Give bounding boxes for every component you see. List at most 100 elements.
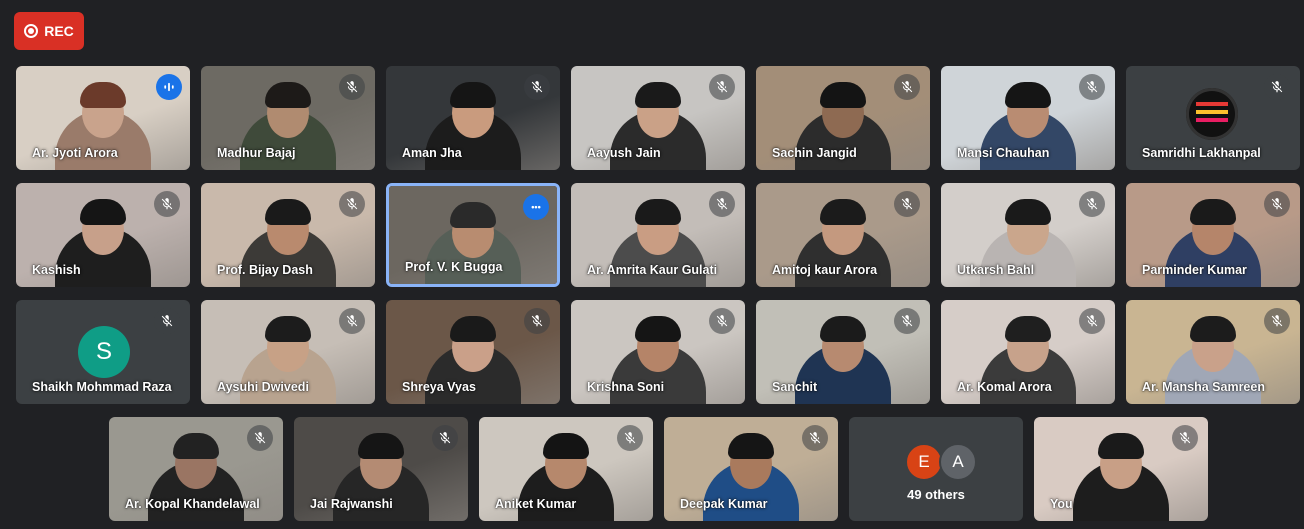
participant-name: Krishna Soni	[587, 380, 665, 394]
mic-off-icon	[531, 81, 543, 93]
participant-name: Ar. Mansha Samreen	[1142, 380, 1265, 394]
participant-name: Parminder Kumar	[1142, 263, 1247, 277]
participant-tile[interactable]: Utkarsh Bahl	[941, 183, 1115, 287]
more-options-icon[interactable]: •••	[523, 194, 549, 220]
mic-off-indicator	[524, 308, 550, 334]
participant-name: Aayush Jain	[587, 146, 661, 160]
mic-off-icon	[1179, 432, 1191, 444]
participant-tile[interactable]: Aayush Jain	[571, 66, 745, 170]
participant-tile[interactable]: Shreya Vyas	[386, 300, 560, 404]
mic-off-icon	[716, 198, 728, 210]
participant-tile[interactable]: Prof. Bijay Dash	[201, 183, 375, 287]
mic-off-indicator	[1264, 308, 1290, 334]
mic-off-icon	[1086, 198, 1098, 210]
mic-off-indicator	[894, 74, 920, 100]
participant-tile[interactable]: Mansi Chauhan	[941, 66, 1115, 170]
mic-off-indicator	[1172, 425, 1198, 451]
mic-off-icon	[1271, 81, 1283, 93]
participant-tile[interactable]: Madhur Bajaj	[201, 66, 375, 170]
participant-name: Jai Rajwanshi	[310, 497, 393, 511]
mic-off-icon	[346, 315, 358, 327]
mic-off-icon	[1086, 315, 1098, 327]
participant-name: Deepak Kumar	[680, 497, 768, 511]
participant-tile[interactable]: Sachin Jangid	[756, 66, 930, 170]
mic-off-indicator	[1264, 191, 1290, 217]
mic-off-icon	[624, 432, 636, 444]
mic-off-icon	[161, 198, 173, 210]
participant-tile[interactable]: You	[1034, 417, 1208, 521]
mic-off-icon	[716, 81, 728, 93]
participant-tile[interactable]: Deepak Kumar	[664, 417, 838, 521]
mic-off-indicator	[524, 74, 550, 100]
mic-off-indicator	[432, 425, 458, 451]
participant-name: Sachin Jangid	[772, 146, 857, 160]
participant-tile[interactable]: Samridhi Lakhanpal	[1126, 66, 1300, 170]
participant-tile[interactable]: Jai Rajwanshi	[294, 417, 468, 521]
mic-off-indicator	[1264, 74, 1290, 100]
record-icon	[24, 24, 39, 38]
participant-tile[interactable]: Krishna Soni	[571, 300, 745, 404]
mic-off-icon	[254, 432, 266, 444]
mic-off-indicator	[1079, 308, 1105, 334]
recording-label: REC	[44, 23, 74, 39]
profile-picture	[1186, 88, 1238, 140]
mic-off-icon	[809, 432, 821, 444]
participant-name: Ar. Kopal Khandelawal	[125, 497, 260, 511]
mic-off-indicator	[1079, 191, 1105, 217]
participant-tile[interactable]: Kashish	[16, 183, 190, 287]
participant-tile[interactable]: S Shaikh Mohmmad Raza	[16, 300, 190, 404]
mic-off-icon	[346, 198, 358, 210]
mic-off-indicator	[154, 191, 180, 217]
mic-off-indicator	[709, 308, 735, 334]
mic-off-icon	[716, 315, 728, 327]
avatar: A	[939, 443, 977, 481]
participant-tile[interactable]: Amitoj kaur Arora	[756, 183, 930, 287]
participant-tile[interactable]: Ar. Amrita Kaur Gulati	[571, 183, 745, 287]
participant-name: Kashish	[32, 263, 81, 277]
participant-name: Aniket Kumar	[495, 497, 577, 511]
participant-name: Ar. Amrita Kaur Gulati	[587, 263, 718, 277]
mic-off-icon	[901, 198, 913, 210]
participant-name: Prof. V. K Bugga	[405, 260, 503, 274]
mic-off-icon	[439, 432, 451, 444]
participant-tile[interactable]: Ar. Mansha Samreen	[1126, 300, 1300, 404]
participant-tile[interactable]: Aysuhi Dwivedi	[201, 300, 375, 404]
participant-tile[interactable]: Ar. Jyoti Arora	[16, 66, 190, 170]
mic-off-icon	[346, 81, 358, 93]
mic-off-indicator	[1079, 74, 1105, 100]
participant-name: Shreya Vyas	[402, 380, 476, 394]
participant-name: You	[1050, 497, 1073, 511]
participant-tile[interactable]: Sanchit	[756, 300, 930, 404]
recording-indicator: REC	[14, 12, 84, 50]
mic-off-indicator	[247, 425, 273, 451]
mic-off-icon	[531, 315, 543, 327]
participant-tile[interactable]: Ar. Kopal Khandelawal	[109, 417, 283, 521]
mic-off-icon	[901, 315, 913, 327]
mic-off-indicator	[339, 308, 365, 334]
avatar: E	[905, 443, 943, 481]
meeting-stage: REC Ar. Jyoti Arora Madhur Bajaj Aman Jha A…	[0, 0, 1304, 529]
mic-off-indicator	[894, 308, 920, 334]
participant-tile[interactable]: Aniket Kumar	[479, 417, 653, 521]
mic-off-indicator	[709, 74, 735, 100]
participant-name: Utkarsh Bahl	[957, 263, 1035, 277]
mic-off-indicator	[894, 191, 920, 217]
mic-off-indicator	[802, 425, 828, 451]
mic-off-indicator	[339, 74, 365, 100]
participant-tile[interactable]: Ar. Komal Arora	[941, 300, 1115, 404]
participant-tile[interactable]: Aman Jha	[386, 66, 560, 170]
participant-name: Mansi Chauhan	[957, 146, 1050, 160]
participant-tile[interactable]: Parminder Kumar	[1126, 183, 1300, 287]
participant-name: Samridhi Lakhanpal	[1142, 146, 1261, 160]
participant-name: Madhur Bajaj	[217, 146, 296, 160]
others-tile[interactable]: E A 49 others	[849, 417, 1023, 521]
participant-name: Shaikh Mohmmad Raza	[32, 380, 172, 394]
mic-off-indicator	[154, 308, 180, 334]
participant-tile[interactable]: ••• Prof. V. K Bugga	[386, 183, 560, 287]
audio-level-icon	[156, 74, 182, 100]
mic-off-icon	[1086, 81, 1098, 93]
participant-name: Sanchit	[772, 380, 818, 394]
participant-name: Aman Jha	[402, 146, 462, 160]
mic-off-indicator	[617, 425, 643, 451]
mic-off-icon	[1271, 198, 1283, 210]
